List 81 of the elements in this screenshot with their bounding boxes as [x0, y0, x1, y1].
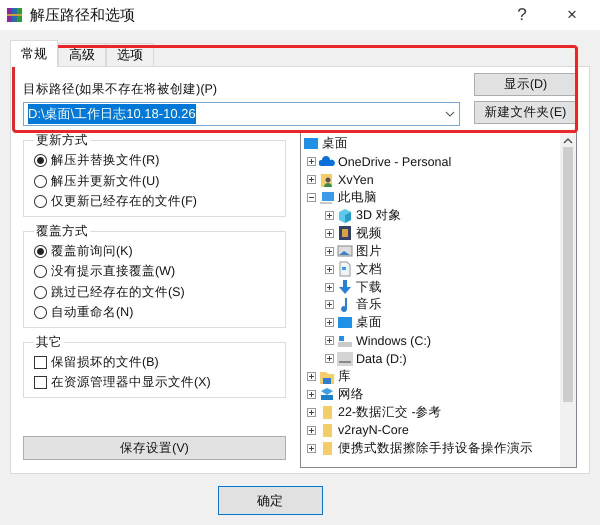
expand-icon[interactable] [307, 372, 316, 382]
option-label: 解压并更新文件(U) [51, 172, 160, 190]
scroll-up-icon[interactable] [563, 137, 573, 145]
tree-item[interactable]: 文档 [356, 260, 382, 278]
tree-item[interactable]: 3D 对象 [356, 207, 402, 224]
expand-icon[interactable] [325, 282, 334, 292]
scrollbar[interactable] [560, 133, 576, 467]
expand-icon[interactable] [325, 300, 334, 310]
tree-item[interactable]: 图片 [356, 242, 382, 260]
tree-item[interactable]: Windows (C:) [356, 334, 432, 348]
option-label: 保留损坏的文件(B) [51, 354, 159, 371]
expand-icon[interactable] [325, 354, 334, 364]
path-combobox[interactable]: D:\桌面\工作日志10.18-10.26 [23, 102, 460, 126]
monitor-icon [337, 314, 353, 331]
radio-button[interactable] [34, 154, 47, 168]
radio-button[interactable] [34, 265, 47, 278]
computer-icon [319, 190, 335, 206]
cube-icon [337, 208, 353, 224]
option-label: 在资源管理器中显示文件(X) [51, 374, 211, 392]
film-icon [337, 225, 353, 242]
image-icon [337, 243, 353, 260]
tab[interactable]: 常规 [10, 40, 58, 67]
document-icon [337, 261, 353, 278]
collapse-icon[interactable] [307, 193, 316, 202]
expand-icon[interactable] [325, 318, 334, 328]
monitor-icon [303, 136, 319, 152]
expand-icon[interactable] [325, 336, 334, 346]
expand-icon[interactable] [325, 211, 334, 220]
expand-icon[interactable] [325, 246, 334, 256]
tree-item[interactable]: 桌面 [356, 314, 382, 332]
tree-item[interactable]: Data (D:) [356, 352, 407, 366]
checkbox[interactable] [34, 356, 47, 369]
expand-icon[interactable] [325, 228, 334, 238]
group-title: 覆盖方式 [35, 222, 89, 240]
expand-icon[interactable] [307, 426, 316, 435]
tree-item[interactable]: 库 [338, 368, 351, 386]
tree-item[interactable]: 网络 [338, 386, 364, 403]
download-arrow-icon [337, 279, 353, 296]
radio-button[interactable] [34, 244, 47, 258]
ok-button[interactable]: 确定 [218, 486, 322, 515]
group-title: 更新方式 [35, 132, 89, 149]
group-title: 其它 [35, 334, 63, 350]
network-icon [319, 386, 335, 402]
radio-button[interactable] [34, 306, 47, 320]
tree-item[interactable]: 音乐 [356, 296, 382, 314]
chevron-down-icon [445, 111, 455, 117]
tree-item[interactable]: 桌面 [322, 135, 348, 152]
tree-item[interactable]: OneDrive - Personal [338, 154, 452, 169]
option-label: 跳过已经存在的文件(S) [51, 284, 185, 301]
option-label: 覆盖前询问(K) [51, 242, 133, 260]
books-archive-icon [6, 6, 24, 24]
option-label: 仅更新已经存在的文件(F) [51, 193, 197, 210]
option-label: 解压并替换文件(R) [51, 152, 160, 170]
expand-icon[interactable] [307, 157, 316, 166]
radio-button[interactable] [34, 286, 47, 299]
save-settings-button[interactable]: 保存设置(V) [23, 436, 286, 460]
new-folder-button[interactable]: 新建文件夹(E) [474, 101, 577, 124]
expand-icon[interactable] [307, 390, 316, 399]
show-button[interactable]: 显示(D) [474, 73, 577, 96]
radio-button[interactable] [34, 195, 47, 208]
expand-icon[interactable] [307, 444, 316, 453]
expand-icon[interactable] [325, 264, 334, 274]
tree-item[interactable]: 此电脑 [338, 189, 377, 206]
tree-item[interactable]: 下载 [356, 278, 382, 296]
close-button[interactable]: × [550, 0, 594, 30]
expand-icon[interactable] [307, 175, 316, 184]
option-label: 没有提示直接覆盖(W) [51, 263, 176, 280]
expand-icon[interactable] [307, 408, 316, 417]
tree-item[interactable]: v2rayN-Core [338, 423, 409, 438]
radio-button[interactable] [34, 174, 47, 188]
checkbox[interactable] [34, 376, 47, 390]
tree-item[interactable]: 视频 [356, 224, 382, 242]
path-label: 目标路径(如果不存在将被创建)(P) [23, 81, 218, 98]
window-title: 解压路径和选项 [30, 6, 136, 24]
tree-item[interactable]: 22-数据汇交 -参考 [338, 404, 442, 421]
tree-item[interactable]: 便携式数据擦除手持设备操作演示 [338, 440, 533, 457]
help-button[interactable]: ? [500, 0, 544, 30]
tree-item[interactable]: XvYen [338, 172, 374, 187]
option-label: 自动重命名(N) [51, 304, 134, 322]
user-folder-icon [319, 172, 335, 188]
drive-icon [337, 350, 353, 367]
